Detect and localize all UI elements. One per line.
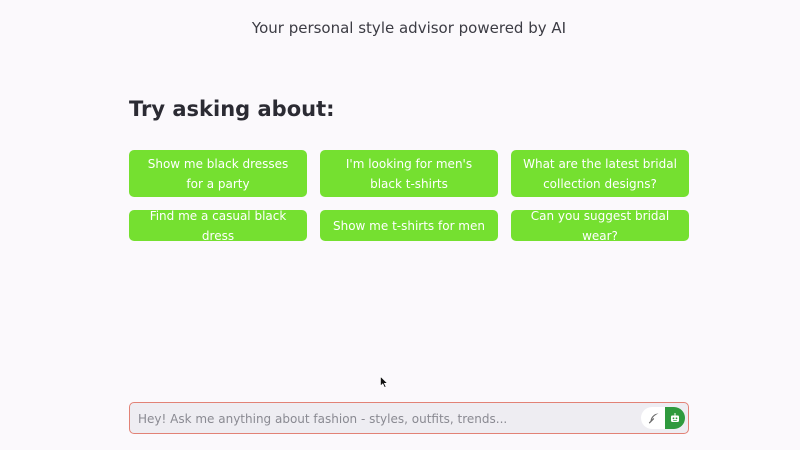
suggestions-heading: Try asking about: (129, 97, 335, 121)
suggestion-button[interactable]: I'm looking for men's black t-shirts (320, 150, 498, 197)
suggestion-button[interactable]: What are the latest bridal collection de… (511, 150, 689, 197)
chat-input[interactable] (136, 403, 640, 435)
chat-actions (641, 407, 685, 429)
suggestion-grid: Show me black dresses for a party I'm lo… (129, 150, 689, 243)
feather-icon[interactable] (645, 409, 663, 427)
suggestion-button[interactable]: Show me t-shirts for men (320, 210, 498, 241)
suggestion-button[interactable]: Find me a casual black dress (129, 209, 307, 243)
chat-input-bar (129, 402, 689, 435)
suggestion-button[interactable]: Can you suggest bridal wear? (511, 209, 689, 243)
robot-icon[interactable] (665, 407, 685, 429)
mouse-cursor-icon (380, 376, 388, 388)
page-subtitle: Your personal style advisor powered by A… (251, 19, 567, 37)
suggestion-button[interactable]: Show me black dresses for a party (129, 150, 307, 197)
